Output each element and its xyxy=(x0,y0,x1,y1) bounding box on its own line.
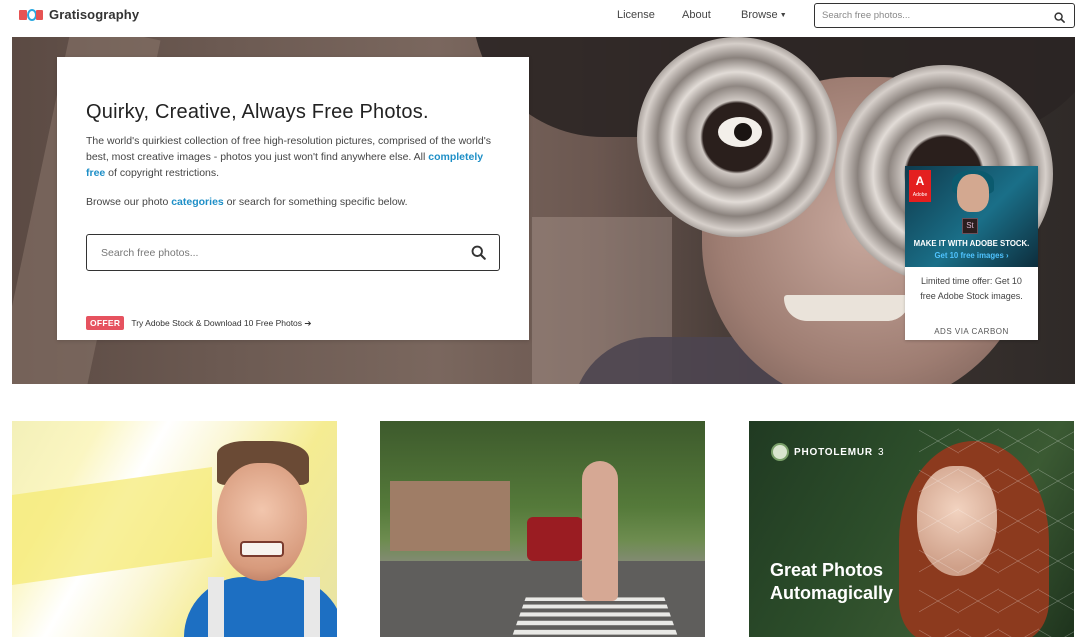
ads-via-carbon[interactable]: ADS VIA CARBON xyxy=(905,327,1038,336)
header-search xyxy=(814,3,1075,28)
photolemur-brand: PHOTOLEMUR 3 xyxy=(771,443,884,461)
brand-name: Gratisography xyxy=(49,7,140,22)
offer-badge: OFFER xyxy=(86,316,125,330)
photolemur-ad-thumbnail[interactable]: PHOTOLEMUR 3 Great Photos Automagically xyxy=(749,421,1074,637)
nav-browse-label: Browse xyxy=(741,9,778,21)
offer-link[interactable]: OFFER Try Adobe Stock & Download 10 Free… xyxy=(86,316,312,330)
ad-image: A Adobe St MAKE IT WITH ADOBE STOCK. Get … xyxy=(905,166,1038,267)
hero-search xyxy=(86,234,500,271)
photolemur-tagline: Great Photos Automagically xyxy=(770,560,894,603)
hero-title: Quirky, Creative, Always Free Photos. xyxy=(86,101,429,123)
nav-browse[interactable]: Browse ▼ xyxy=(741,9,787,21)
hero-card: Quirky, Creative, Always Free Photos. Th… xyxy=(57,57,529,340)
hero-browse-text: Browse our photo categories or search fo… xyxy=(86,196,408,208)
nav-license[interactable]: License xyxy=(617,9,655,21)
photo-thumbnail[interactable] xyxy=(12,421,337,637)
logo-icon xyxy=(19,8,43,22)
ad-description: Limited time offer: Get 10 free Adobe St… xyxy=(920,276,1023,301)
header-search-input[interactable] xyxy=(822,8,1042,23)
chevron-down-icon: ▼ xyxy=(779,12,787,19)
carbon-ad[interactable]: A Adobe St MAKE IT WITH ADOBE STOCK. Get … xyxy=(905,166,1038,340)
photolemur-logo-icon xyxy=(771,443,789,461)
ad-cta[interactable]: Get 10 free images › xyxy=(905,251,1038,260)
hero-search-input[interactable] xyxy=(101,244,461,262)
top-header: Gratisography License About Browse ▼ xyxy=(0,0,1080,32)
search-icon[interactable] xyxy=(471,245,486,265)
stock-icon: St xyxy=(962,218,978,234)
offer-text: Try Adobe Stock & Download 10 Free Photo… xyxy=(131,317,312,328)
search-icon[interactable] xyxy=(1054,10,1065,28)
adobe-logo-icon: A Adobe xyxy=(909,170,931,202)
site-logo[interactable]: Gratisography xyxy=(19,7,139,22)
ad-headline: MAKE IT WITH ADOBE STOCK. xyxy=(913,239,1030,248)
categories-link[interactable]: categories xyxy=(171,196,224,208)
photo-thumbnail[interactable] xyxy=(380,421,705,637)
arrow-right-icon: ➔ xyxy=(304,317,312,328)
nav-about[interactable]: About xyxy=(682,9,711,21)
hero-description: The world's quirkiest collection of free… xyxy=(86,135,491,179)
